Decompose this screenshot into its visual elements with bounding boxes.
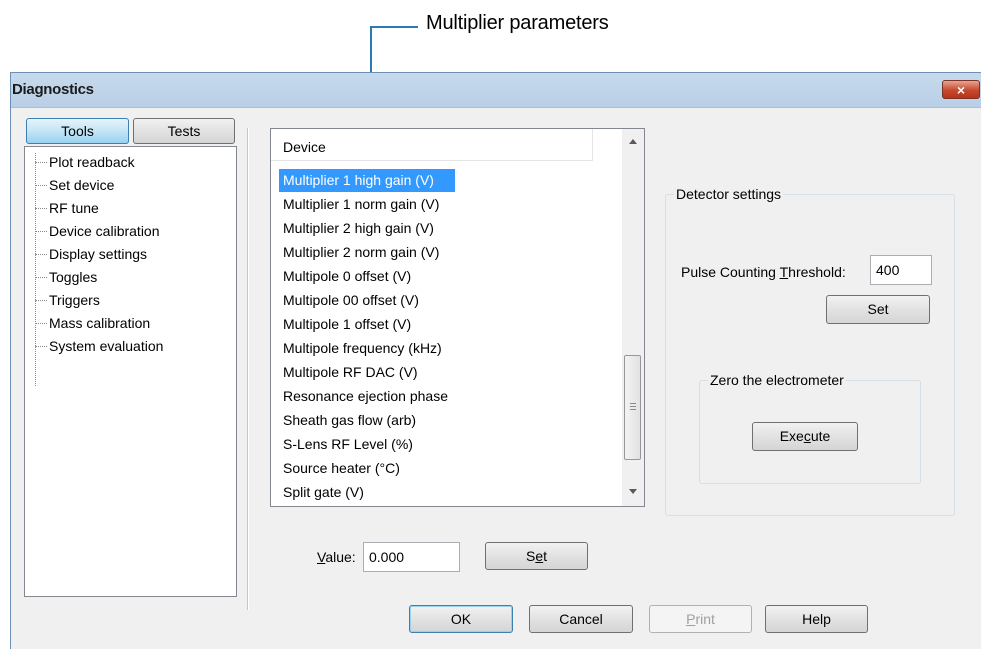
pulse-threshold-text-end: hreshold: <box>788 264 846 280</box>
device-list-item[interactable]: Multiplier 1 high gain (V) <box>279 169 455 192</box>
device-list-item[interactable]: Multipole RF DAC (V) <box>279 361 468 384</box>
callout-label: Multiplier parameters <box>426 12 609 34</box>
tree-item-device-calibration[interactable]: Device calibration <box>33 220 160 243</box>
tree-item-label: Device calibration <box>49 223 160 239</box>
print-label: rint <box>695 611 715 627</box>
device-list[interactable]: Device Multiplier 1 high gain (V) Multip… <box>270 128 645 507</box>
scroll-thumb[interactable] <box>624 355 641 460</box>
dialog-title: Diagnostics <box>12 81 94 98</box>
tree-item-label: RF tune <box>49 200 99 216</box>
tree-item-label: Triggers <box>49 292 100 308</box>
tree-item-label: System evaluation <box>49 338 164 354</box>
value-set-button[interactable]: Set <box>485 542 588 570</box>
tree-item-plot-readback[interactable]: Plot readback <box>33 151 135 174</box>
tab-tests[interactable]: Tests <box>133 118 235 144</box>
value-set-mnemonic: e <box>535 548 544 564</box>
panel-divider <box>247 128 249 610</box>
pulse-threshold-label: Pulse Counting Threshold: <box>681 264 846 280</box>
value-input[interactable] <box>363 542 460 572</box>
tree-item-label: Toggles <box>49 269 98 285</box>
threshold-set-button[interactable]: Set <box>826 295 930 324</box>
tree-item-label: Set device <box>49 177 115 193</box>
value-label: Value: <box>317 549 356 565</box>
zero-electrometer-caption: Zero the electrometer <box>708 372 846 388</box>
tree-item-toggles[interactable]: Toggles <box>33 266 97 289</box>
tab-tools[interactable]: Tools <box>26 118 129 144</box>
close-button[interactable]: × <box>942 80 980 99</box>
tree-item-mass-calibration[interactable]: Mass calibration <box>33 312 150 335</box>
value-set-label: S <box>525 548 536 564</box>
scroll-down-icon[interactable] <box>629 489 637 494</box>
execute-mnemonic: c <box>803 428 811 444</box>
title-bar[interactable]: Diagnostics × <box>11 73 981 108</box>
tree-item-label: Display settings <box>49 246 148 262</box>
device-list-item[interactable]: Multiplier 1 norm gain (V) <box>279 193 468 216</box>
device-list-scrollbar[interactable] <box>622 129 644 506</box>
cancel-button[interactable]: Cancel <box>529 605 633 633</box>
dialog-client: Tools Tests Plot readback Set device RF … <box>11 108 981 650</box>
execute-label: Exe <box>779 428 804 444</box>
device-list-item[interactable]: Multipole 0 offset (V) <box>279 265 468 288</box>
device-list-item[interactable]: Multiplier 2 high gain (V) <box>279 217 468 240</box>
value-label-text: alue: <box>325 549 356 565</box>
grip-line <box>630 403 636 404</box>
pulse-threshold-text: Pulse Counting <box>681 264 780 280</box>
pulse-threshold-input[interactable] <box>870 255 932 285</box>
tree-item-rf-tune[interactable]: RF tune <box>33 197 99 220</box>
device-list-item[interactable]: Split gate (V) <box>279 481 468 504</box>
grip-line <box>630 409 636 410</box>
execute-button[interactable]: Execute <box>752 422 858 451</box>
ok-button[interactable]: OK <box>409 605 513 633</box>
device-list-item[interactable]: Sheath gas flow (arb) <box>279 409 468 432</box>
device-list-item[interactable]: Source heater (°C) <box>279 457 468 480</box>
scroll-up-icon[interactable] <box>629 139 637 144</box>
device-list-item[interactable]: Multipole 00 offset (V) <box>279 289 468 312</box>
tree-item-triggers[interactable]: Triggers <box>33 289 100 312</box>
device-list-item[interactable]: Resonance ejection phase <box>279 385 468 408</box>
execute-label-end: ute <box>810 428 831 444</box>
tree-item-set-device[interactable]: Set device <box>33 174 114 197</box>
device-list-item[interactable]: Multipole 1 offset (V) <box>279 313 468 336</box>
tree-item-display-settings[interactable]: Display settings <box>33 243 147 266</box>
pulse-threshold-mnemonic: T <box>779 264 789 280</box>
tools-tree: Plot readback Set device RF tune Device … <box>24 146 237 597</box>
tree-item-label: Mass calibration <box>49 315 151 331</box>
device-list-item[interactable]: S-Lens RF Level (%) <box>279 433 468 456</box>
device-column-header-label: Device <box>283 139 326 155</box>
callout-leader-horizontal <box>371 26 418 28</box>
print-button[interactable]: Print <box>649 605 752 633</box>
detector-settings-caption: Detector settings <box>674 186 784 202</box>
value-set-label-end: t <box>543 548 548 564</box>
device-list-item[interactable]: Multiplier 2 norm gain (V) <box>279 241 468 264</box>
diagnostics-dialog: Diagnostics × Tools Tests Plot readback … <box>10 72 981 649</box>
tree-item-system-evaluation[interactable]: System evaluation <box>33 335 163 358</box>
close-icon: × <box>956 82 966 98</box>
device-column-header[interactable]: Device <box>271 129 593 161</box>
help-button[interactable]: Help <box>765 605 868 633</box>
grip-line <box>630 406 636 407</box>
device-list-item[interactable]: Multipole frequency (kHz) <box>279 337 468 360</box>
tree-item-label: Plot readback <box>49 154 135 170</box>
